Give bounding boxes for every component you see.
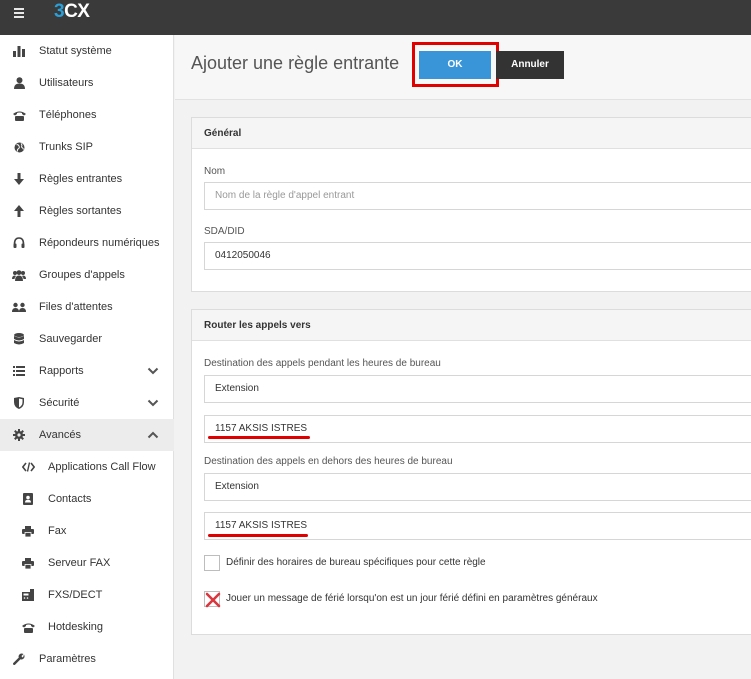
sidebar-item-applications-call-flow[interactable]: Applications Call Flow xyxy=(0,451,174,483)
sidebar-item-statut-systeme[interactable]: Statut système xyxy=(0,35,174,67)
holiday-message-checkbox[interactable] xyxy=(204,591,221,608)
sidebar-item-label: FXS/DECT xyxy=(48,589,103,601)
gear-icon xyxy=(12,428,26,442)
sidebar-item-label: Règles entrantes xyxy=(39,173,123,185)
sidebar-item-label: Groupes d'appels xyxy=(39,269,125,281)
wrench-icon xyxy=(12,652,26,666)
arrow-down-icon xyxy=(12,172,26,186)
after-hours-type-select[interactable]: Extension xyxy=(204,473,751,501)
shield-icon xyxy=(12,396,26,410)
fxs-icon xyxy=(21,588,35,602)
general-panel: Général Nom Nom de la règle d'appel entr… xyxy=(191,117,751,292)
sidebar-item-trunks-sip[interactable]: Trunks SIP xyxy=(0,131,174,163)
ok-button[interactable]: OK xyxy=(419,51,491,79)
sidebar-item-label: Contacts xyxy=(48,493,92,505)
top-bar: 3CX xyxy=(0,0,751,35)
sidebar-item-label: Avancés xyxy=(39,429,81,441)
menu-icon[interactable] xyxy=(14,8,24,18)
sidebar-item-avances[interactable]: Avancés xyxy=(0,419,174,451)
users-icon xyxy=(12,268,26,282)
chevron-down-icon[interactable] xyxy=(147,365,159,377)
database-icon xyxy=(12,332,26,346)
contact-card-icon xyxy=(21,492,35,506)
sidebar-item-rapports[interactable]: Rapports xyxy=(0,355,174,387)
sidebar-item-repondeurs-numeriques[interactable]: Répondeurs numériques xyxy=(0,227,174,259)
after-hours-label: Destination des appels en dehors des heu… xyxy=(204,456,453,467)
fax-icon xyxy=(21,524,35,538)
sidebar-item-parametres[interactable]: Paramètres xyxy=(0,643,174,675)
arrow-up-icon xyxy=(12,204,26,218)
office-hours-type-select[interactable]: Extension xyxy=(204,375,751,403)
panel-title: Router les appels vers xyxy=(204,320,311,331)
sidebar-item-regles-entrantes[interactable]: Règles entrantes xyxy=(0,163,174,195)
name-label: Nom xyxy=(204,166,226,177)
sidebar-item-label: Téléphones xyxy=(39,109,97,121)
globe-icon xyxy=(12,140,26,154)
desk-phone-icon xyxy=(21,620,35,634)
sidebar-item-telephones[interactable]: Téléphones xyxy=(0,99,174,131)
custom-hours-checkbox[interactable] xyxy=(204,555,220,571)
sidebar-item-label: Trunks SIP xyxy=(39,141,93,153)
sidebar-item-label: Fax xyxy=(48,525,67,537)
sidebar-item-serveur-fax[interactable]: Serveur FAX xyxy=(0,547,174,579)
sidebar-item-utilisateurs[interactable]: Utilisateurs xyxy=(0,67,174,99)
sidebar-item-contacts[interactable]: Contacts xyxy=(0,483,174,515)
sidebar-item-hotdesking[interactable]: Hotdesking xyxy=(0,611,174,643)
bar-chart-icon xyxy=(12,44,26,58)
chevron-up-icon[interactable] xyxy=(147,429,159,441)
cancel-button[interactable]: Annuler xyxy=(496,51,564,79)
headset-icon xyxy=(12,236,26,250)
code-icon xyxy=(21,460,35,474)
panel-header: Router les appels vers xyxy=(192,310,751,341)
x-mark-icon xyxy=(205,592,221,608)
sidebar-item-label: Règles sortantes xyxy=(39,205,122,217)
annotation-underline xyxy=(208,436,310,439)
rule-name-input[interactable]: Nom de la règle d'appel entrant xyxy=(204,182,751,210)
sidebar-item-label: Sauvegarder xyxy=(39,333,102,345)
did-input[interactable]: 0412050046 xyxy=(204,242,751,270)
holiday-message-label: Jouer un message de férié lorsqu'on est … xyxy=(226,593,598,604)
sidebar-item-label: Statut système xyxy=(39,45,112,57)
sidebar-item-groupes-appels[interactable]: Groupes d'appels xyxy=(0,259,174,291)
sidebar-item-label: Sécurité xyxy=(39,397,80,409)
panel-header: Général xyxy=(192,118,751,149)
page-header: Ajouter une règle entrante OK Annuler xyxy=(175,35,751,100)
sidebar-item-fax[interactable]: Fax xyxy=(0,515,174,547)
app-logo[interactable]: 3CX xyxy=(54,1,90,23)
sidebar-item-label: Utilisateurs xyxy=(39,77,94,89)
page-title: Ajouter une règle entrante xyxy=(191,53,400,73)
group-icon xyxy=(12,300,26,314)
sidebar-item-label: Serveur FAX xyxy=(48,557,111,569)
sidebar-item-label: Rapports xyxy=(39,365,84,377)
list-icon xyxy=(12,364,26,378)
annotation-underline xyxy=(208,534,308,537)
routing-panel: Router les appels vers Destination des a… xyxy=(191,309,751,635)
sidebar-item-fxs-dect[interactable]: FXS/DECT xyxy=(0,579,174,611)
sidebar-item-label: Files d'attentes xyxy=(39,301,113,313)
did-label: SDA/DID xyxy=(204,226,245,237)
chevron-down-icon[interactable] xyxy=(147,397,159,409)
sidebar-item-label: Hotdesking xyxy=(48,621,104,633)
sidebar-item-label: Répondeurs numériques xyxy=(39,237,160,249)
custom-hours-label: Définir des horaires de bureau spécifiqu… xyxy=(226,557,486,568)
phone-icon xyxy=(12,108,26,122)
sidebar-item-regles-sortantes[interactable]: Règles sortantes xyxy=(0,195,174,227)
user-icon xyxy=(12,76,26,90)
fax-server-icon xyxy=(21,556,35,570)
office-hours-label: Destination des appels pendant les heure… xyxy=(204,358,441,369)
sidebar: Statut système Utilisateurs Téléphones T… xyxy=(0,35,174,679)
panel-title: Général xyxy=(204,128,242,139)
sidebar-item-label: Applications Call Flow xyxy=(48,461,156,473)
sidebar-item-securite[interactable]: Sécurité xyxy=(0,387,174,419)
sidebar-item-sauvegarder[interactable]: Sauvegarder xyxy=(0,323,174,355)
sidebar-item-label: Paramètres xyxy=(39,653,96,665)
sidebar-item-files-attentes[interactable]: Files d'attentes xyxy=(0,291,174,323)
